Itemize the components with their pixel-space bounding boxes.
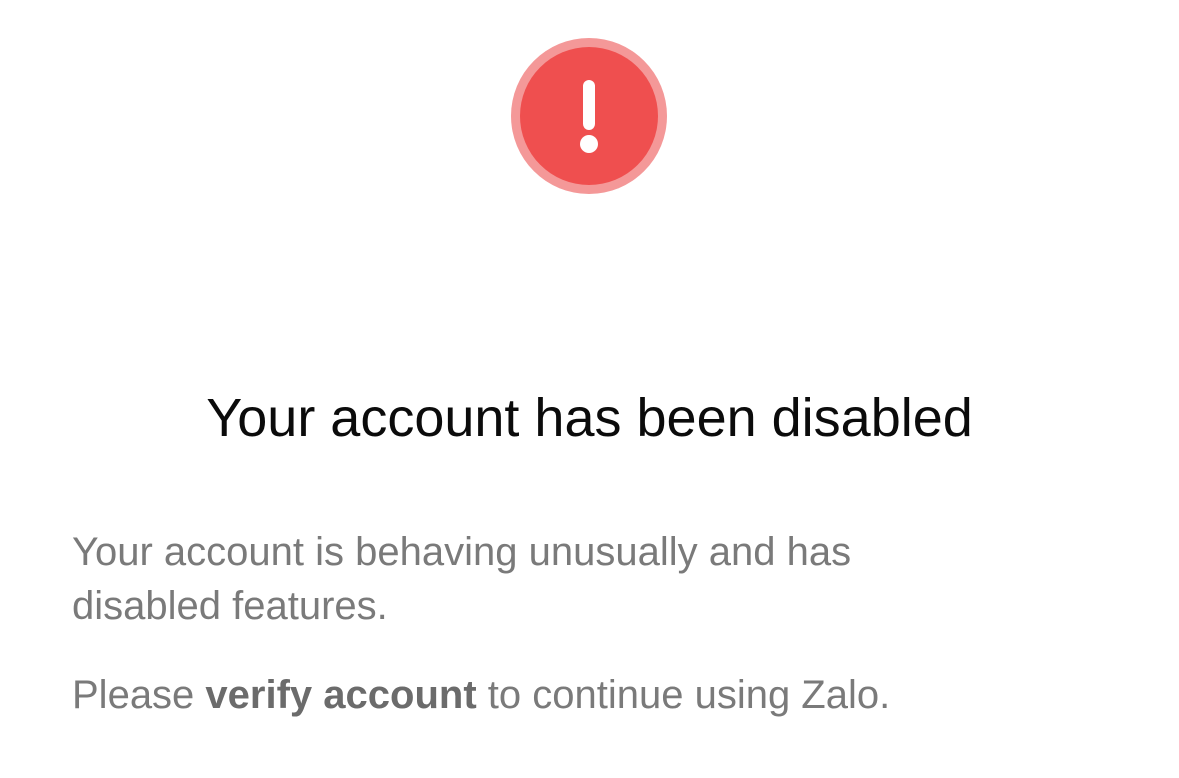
instruction-suffix: to continue using Zalo.	[476, 673, 891, 717]
exclamation-icon	[580, 80, 598, 153]
instruction-prefix: Please	[72, 673, 206, 717]
verify-account-link[interactable]: verify account	[205, 673, 476, 717]
alert-icon-circle	[511, 38, 667, 194]
verify-instruction: Please verify account to continue using …	[72, 668, 1122, 722]
page-title: Your account has been disabled	[206, 388, 973, 448]
message-line-2: disabled features.	[72, 584, 388, 628]
message-line-1: Your account is behaving unusually and h…	[72, 530, 852, 574]
disabled-message: Your account is behaving unusually and h…	[72, 525, 1122, 633]
